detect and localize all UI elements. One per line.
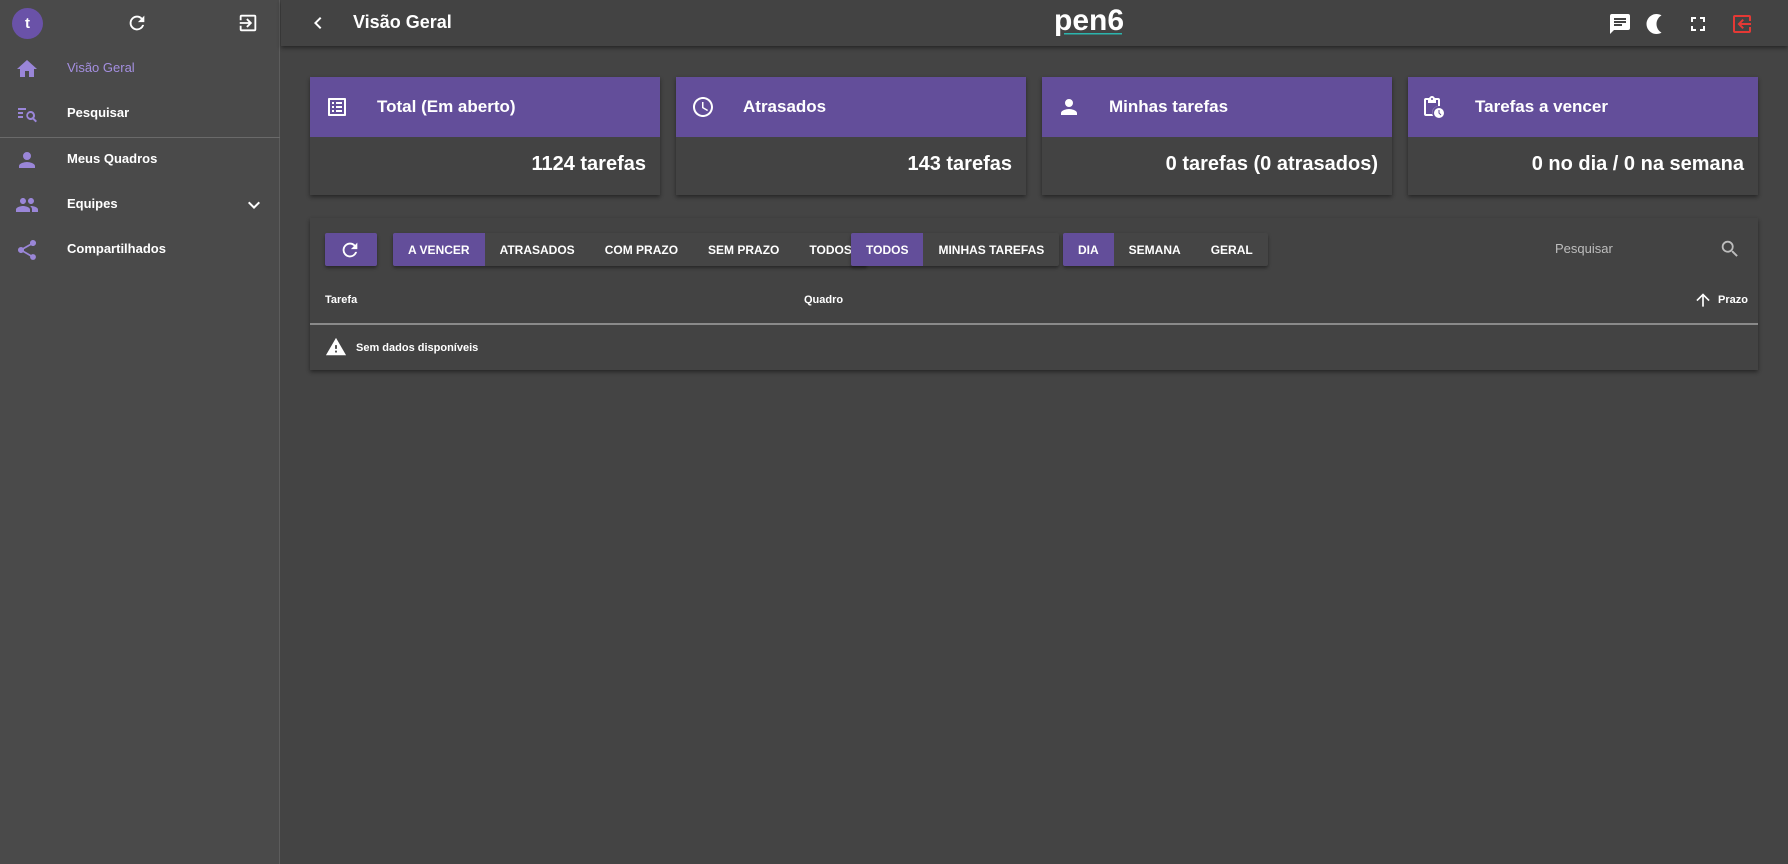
person-icon [15, 148, 39, 172]
filter-sem-prazo-button[interactable]: SEM PRAZO [693, 233, 794, 266]
card-value: 1124 tarefas [531, 153, 646, 175]
list-search-icon [15, 102, 39, 126]
period-dia-button[interactable]: DIA [1063, 233, 1114, 266]
logo: pen6 [1054, 2, 1134, 38]
column-header-quadro[interactable]: Quadro [804, 294, 843, 306]
refresh-icon[interactable] [126, 12, 148, 34]
clipboard-clock-icon [1423, 95, 1447, 119]
sidebar-item-meus-quadros[interactable]: Meus Quadros [0, 137, 280, 182]
clock-icon [691, 95, 715, 119]
chevron-down-icon[interactable] [242, 193, 266, 217]
page-title: Visão Geral [353, 12, 452, 32]
card-title: Minhas tarefas [1109, 97, 1229, 116]
sidebar-item-label: Meus Quadros [67, 151, 158, 166]
column-header-prazo[interactable]: Prazo [1718, 294, 1748, 306]
card-header: Minhas tarefas [1042, 77, 1392, 137]
person-icon [1057, 95, 1081, 119]
card-title: Total (Em aberto) [377, 97, 516, 116]
logo-text: pen6 [1054, 4, 1124, 37]
column-header-tarefa[interactable]: Tarefa [325, 294, 357, 306]
table-header-divider [310, 323, 1758, 325]
top-bar [281, 0, 1788, 46]
period-filter-group: DIA SEMANA GERAL [1063, 233, 1268, 266]
filter-a-vencer-button[interactable]: A VENCER [393, 233, 485, 266]
home-icon [15, 57, 39, 81]
card-title: Atrasados [743, 97, 827, 116]
card-value: 143 tarefas [907, 153, 1012, 175]
logout-panel-icon[interactable] [237, 12, 259, 34]
logout-icon[interactable] [1730, 12, 1754, 36]
refresh-button[interactable] [325, 233, 377, 266]
chat-icon[interactable] [1608, 12, 1632, 36]
sidebar-item-visao-geral[interactable]: Visão Geral [0, 46, 280, 91]
sidebar-item-label: Visão Geral [67, 60, 135, 75]
owner-filter-group: TODOS MINHAS TAREFAS [851, 233, 1060, 266]
period-semana-button[interactable]: SEMANA [1114, 233, 1196, 266]
card-header: Atrasados [676, 77, 1026, 137]
card-value: 0 no dia / 0 na semana [1531, 153, 1744, 175]
card-header: Tarefas a vencer [1408, 77, 1758, 137]
card-header: Total (Em aberto) [310, 77, 660, 137]
list-icon [325, 95, 349, 119]
card-tarefas-a-vencer[interactable]: Tarefas a vencer 0 no dia / 0 na semana [1408, 77, 1758, 195]
card-atrasados[interactable]: Atrasados 143 tarefas [676, 77, 1026, 195]
period-geral-button[interactable]: GERAL [1196, 233, 1268, 266]
sidebar-item-label: Compartilhados [67, 241, 166, 256]
empty-message: Sem dados disponíveis [356, 342, 479, 354]
sidebar-item-equipes[interactable]: Equipes [0, 182, 280, 227]
card-total[interactable]: Total (Em aberto) 1124 tarefas [310, 77, 660, 195]
filter-atrasados-button[interactable]: ATRASADOS [485, 233, 590, 266]
refresh-icon [342, 242, 358, 258]
tasks-panel: A VENCER ATRASADOS COM PRAZO SEM PRAZO T… [310, 218, 1758, 370]
search-icon[interactable] [1719, 238, 1741, 260]
dark-mode-icon[interactable] [1642, 12, 1666, 36]
sidebar-item-pesquisar[interactable]: Pesquisar [0, 91, 280, 136]
share-icon [15, 238, 39, 262]
owner-minhas-tarefas-button[interactable]: MINHAS TAREFAS [923, 233, 1059, 266]
sidebar-item-compartilhados[interactable]: Compartilhados [0, 227, 280, 272]
search-input[interactable]: Pesquisar [1555, 241, 1613, 256]
card-minhas-tarefas[interactable]: Minhas tarefas 0 tarefas (0 atrasados) [1042, 77, 1392, 195]
sidebar-item-label: Pesquisar [67, 105, 130, 120]
filter-com-prazo-button[interactable]: COM PRAZO [590, 233, 693, 266]
sidebar-item-label: Equipes [67, 196, 118, 211]
owner-todos-button[interactable]: TODOS [851, 233, 924, 266]
card-title: Tarefas a vencer [1475, 97, 1608, 116]
sidebar: t Visão Geral Pesquisar Meus Quadros Equ… [0, 0, 280, 864]
back-icon[interactable] [306, 11, 330, 35]
avatar[interactable]: t [12, 8, 43, 39]
card-value: 0 tarefas (0 atrasados) [1165, 153, 1378, 175]
warning-icon [325, 336, 347, 358]
status-filter-group: A VENCER ATRASADOS COM PRAZO SEM PRAZO T… [393, 233, 867, 266]
group-icon [15, 193, 39, 217]
sidebar-header: t [0, 0, 279, 46]
fullscreen-icon[interactable] [1686, 12, 1710, 36]
sort-arrow-up-icon[interactable] [1693, 290, 1713, 310]
